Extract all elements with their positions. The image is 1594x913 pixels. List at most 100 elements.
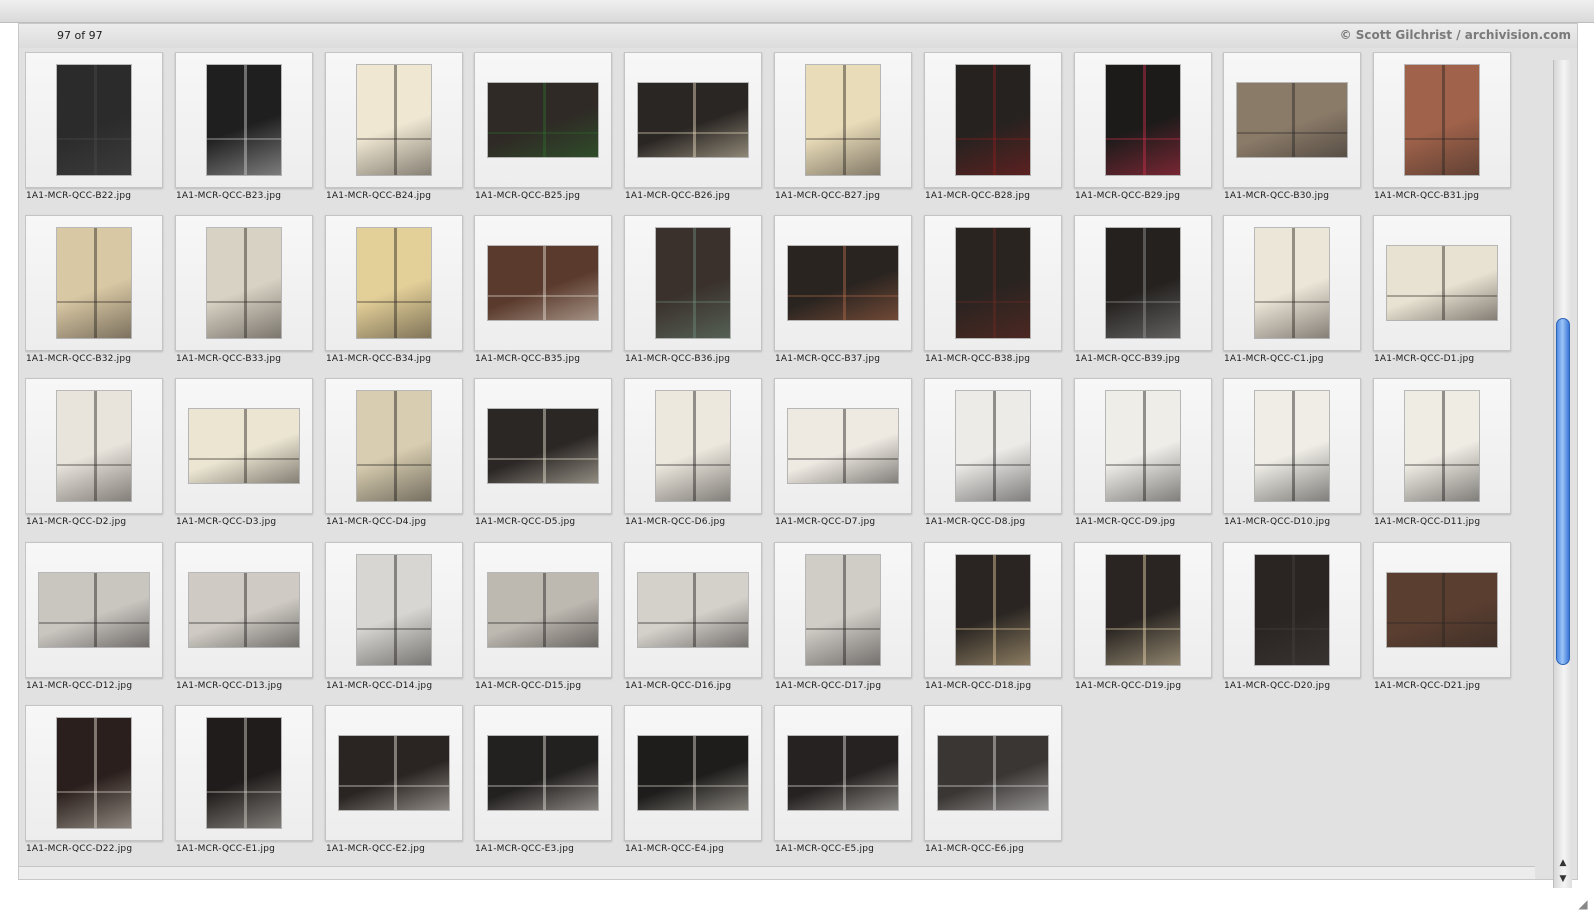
thumbnail-item[interactable]: 1A1-MCR-QCC-D12.jpg — [25, 542, 165, 698]
thumbnail-frame[interactable] — [774, 705, 912, 841]
thumbnail-image[interactable] — [1106, 65, 1180, 175]
thumbnail-frame[interactable] — [25, 215, 163, 351]
thumbnail-frame[interactable] — [774, 52, 912, 188]
thumbnail-item[interactable]: 1A1-MCR-QCC-B26.jpg — [624, 52, 764, 208]
thumbnail-frame[interactable] — [924, 705, 1062, 841]
thumbnail-frame[interactable] — [474, 215, 612, 351]
thumbnail-image[interactable] — [638, 573, 748, 647]
thumbnail-frame[interactable] — [175, 378, 313, 514]
thumbnail-item[interactable]: 1A1-MCR-QCC-B36.jpg — [624, 215, 764, 371]
thumbnail-item[interactable]: 1A1-MCR-QCC-B38.jpg — [924, 215, 1064, 371]
thumbnail-image[interactable] — [189, 573, 299, 647]
thumbnail-frame[interactable] — [1074, 378, 1212, 514]
thumbnail-frame[interactable] — [1373, 52, 1511, 188]
thumbnail-image[interactable] — [57, 718, 131, 828]
thumbnail-item[interactable]: 1A1-MCR-QCC-E5.jpg — [774, 705, 914, 861]
thumbnail-frame[interactable] — [624, 705, 762, 841]
thumbnail-image[interactable] — [488, 409, 598, 483]
thumbnail-frame[interactable] — [924, 215, 1062, 351]
scroll-down-arrow-icon[interactable]: ▼ — [1554, 872, 1572, 886]
thumbnail-frame[interactable] — [1373, 542, 1511, 678]
thumbnail-item[interactable]: 1A1-MCR-QCC-B35.jpg — [474, 215, 614, 371]
thumbnail-image[interactable] — [207, 718, 281, 828]
thumbnail-frame[interactable] — [1223, 378, 1361, 514]
thumbnail-item[interactable]: 1A1-MCR-QCC-D11.jpg — [1373, 378, 1513, 534]
thumbnail-item[interactable]: 1A1-MCR-QCC-B32.jpg — [25, 215, 165, 371]
thumbnail-image[interactable] — [488, 246, 598, 320]
thumbnail-frame[interactable] — [474, 542, 612, 678]
thumbnail-frame[interactable] — [474, 378, 612, 514]
thumbnail-frame[interactable] — [624, 215, 762, 351]
thumbnail-image[interactable] — [806, 65, 880, 175]
thumbnail-item[interactable]: 1A1-MCR-QCC-D5.jpg — [474, 378, 614, 534]
thumbnail-frame[interactable] — [325, 52, 463, 188]
thumbnail-image[interactable] — [207, 65, 281, 175]
thumbnail-item[interactable]: 1A1-MCR-QCC-E2.jpg — [325, 705, 465, 861]
thumbnail-image[interactable] — [1405, 391, 1479, 501]
thumbnail-frame[interactable] — [474, 705, 612, 841]
thumbnail-frame[interactable] — [774, 215, 912, 351]
thumbnail-image[interactable] — [57, 65, 131, 175]
thumbnail-frame[interactable] — [1373, 215, 1511, 351]
thumbnail-item[interactable]: 1A1-MCR-QCC-D22.jpg — [25, 705, 165, 861]
thumbnail-frame[interactable] — [1223, 215, 1361, 351]
thumbnail-image[interactable] — [788, 246, 898, 320]
thumbnail-frame[interactable] — [25, 378, 163, 514]
thumbnail-frame[interactable] — [774, 378, 912, 514]
thumbnail-image[interactable] — [956, 391, 1030, 501]
thumbnail-item[interactable]: 1A1-MCR-QCC-B31.jpg — [1373, 52, 1513, 208]
thumbnail-image[interactable] — [1237, 83, 1347, 157]
thumbnail-item[interactable]: 1A1-MCR-QCC-E4.jpg — [624, 705, 764, 861]
thumbnail-item[interactable]: 1A1-MCR-QCC-B22.jpg — [25, 52, 165, 208]
thumbnail-image[interactable] — [488, 573, 598, 647]
thumbnail-item[interactable]: 1A1-MCR-QCC-B34.jpg — [325, 215, 465, 371]
thumbnail-image[interactable] — [357, 228, 431, 338]
thumbnail-item[interactable]: 1A1-MCR-QCC-B28.jpg — [924, 52, 1064, 208]
thumbnail-frame[interactable] — [1373, 378, 1511, 514]
thumbnail-image[interactable] — [39, 573, 149, 647]
thumbnail-image[interactable] — [1255, 555, 1329, 665]
thumbnail-item[interactable]: 1A1-MCR-QCC-D7.jpg — [774, 378, 914, 534]
thumbnail-image[interactable] — [956, 65, 1030, 175]
thumbnail-frame[interactable] — [1074, 215, 1212, 351]
thumbnail-image[interactable] — [1387, 573, 1497, 647]
thumbnail-item[interactable]: 1A1-MCR-QCC-D20.jpg — [1223, 542, 1363, 698]
thumbnail-frame[interactable] — [25, 705, 163, 841]
thumbnail-item[interactable]: 1A1-MCR-QCC-D14.jpg — [325, 542, 465, 698]
thumbnail-item[interactable]: 1A1-MCR-QCC-D9.jpg — [1074, 378, 1214, 534]
thumbnail-image[interactable] — [189, 409, 299, 483]
thumbnail-item[interactable]: 1A1-MCR-QCC-D10.jpg — [1223, 378, 1363, 534]
thumbnail-item[interactable]: 1A1-MCR-QCC-B25.jpg — [474, 52, 614, 208]
thumbnail-image[interactable] — [656, 228, 730, 338]
thumbnail-frame[interactable] — [474, 52, 612, 188]
thumbnail-frame[interactable] — [325, 378, 463, 514]
thumbnail-item[interactable]: 1A1-MCR-QCC-E6.jpg — [924, 705, 1064, 861]
thumbnail-item[interactable]: 1A1-MCR-QCC-D6.jpg — [624, 378, 764, 534]
thumbnail-item[interactable]: 1A1-MCR-QCC-C1.jpg — [1223, 215, 1363, 371]
thumbnail-image[interactable] — [357, 391, 431, 501]
thumbnail-item[interactable]: 1A1-MCR-QCC-D3.jpg — [175, 378, 315, 534]
thumbnail-image[interactable] — [956, 228, 1030, 338]
thumbnail-frame[interactable] — [25, 542, 163, 678]
thumbnail-image[interactable] — [788, 736, 898, 810]
thumbnail-frame[interactable] — [175, 52, 313, 188]
thumbnail-frame[interactable] — [325, 215, 463, 351]
thumbnail-frame[interactable] — [1223, 542, 1361, 678]
thumbnail-frame[interactable] — [175, 215, 313, 351]
thumbnail-image[interactable] — [638, 83, 748, 157]
thumbnail-frame[interactable] — [924, 52, 1062, 188]
window-resize-grip-icon[interactable]: ◢ — [1576, 897, 1590, 911]
thumbnail-item[interactable]: 1A1-MCR-QCC-D17.jpg — [774, 542, 914, 698]
thumbnail-frame[interactable] — [624, 52, 762, 188]
thumbnail-item[interactable]: 1A1-MCR-QCC-B39.jpg — [1074, 215, 1214, 371]
thumbnail-item[interactable]: 1A1-MCR-QCC-B27.jpg — [774, 52, 914, 208]
scroll-up-arrow-icon[interactable]: ▲ — [1554, 856, 1572, 870]
thumbnail-frame[interactable] — [924, 378, 1062, 514]
thumbnail-item[interactable]: 1A1-MCR-QCC-B29.jpg — [1074, 52, 1214, 208]
thumbnail-image[interactable] — [357, 555, 431, 665]
thumbnail-item[interactable]: 1A1-MCR-QCC-E3.jpg — [474, 705, 614, 861]
thumbnail-image[interactable] — [488, 83, 598, 157]
thumbnail-frame[interactable] — [624, 378, 762, 514]
thumbnail-item[interactable]: 1A1-MCR-QCC-D8.jpg — [924, 378, 1064, 534]
thumbnail-image[interactable] — [806, 555, 880, 665]
